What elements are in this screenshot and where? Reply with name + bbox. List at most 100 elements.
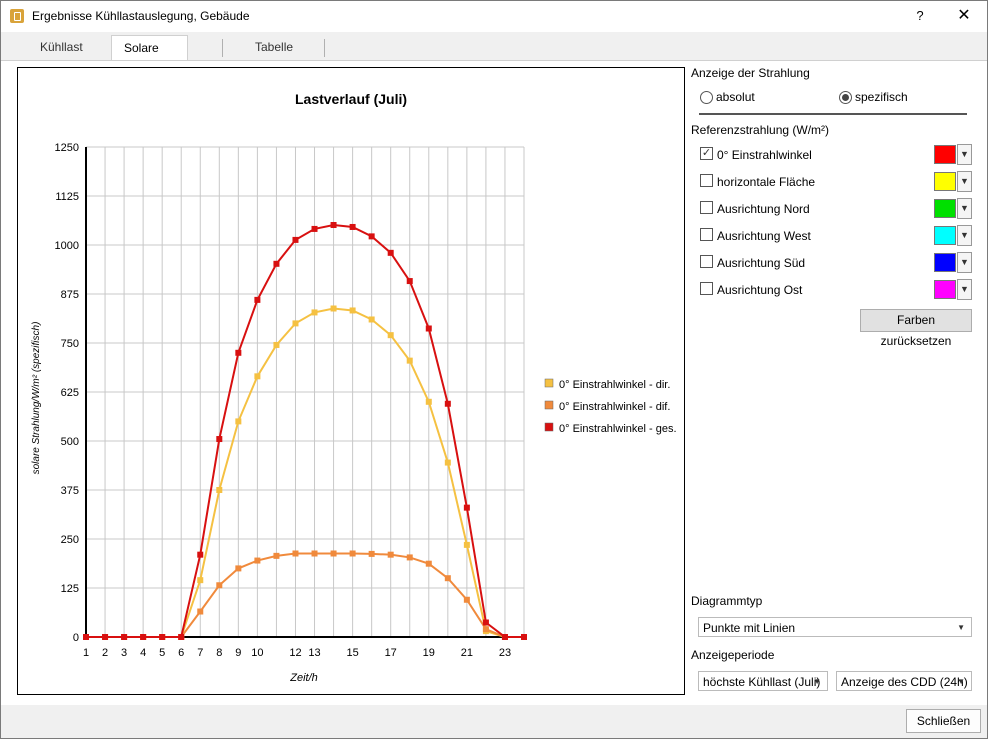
radio-spezifisch[interactable] — [839, 91, 852, 104]
legend-swatch — [544, 378, 554, 388]
cdd-value: Anzeige des CDD (24h) — [841, 675, 968, 689]
data-point — [463, 541, 470, 548]
reference-checkbox[interactable] — [700, 201, 713, 214]
app-icon — [10, 9, 24, 23]
reference-checkbox[interactable] — [700, 255, 713, 268]
chevron-down-icon[interactable]: ▼ — [957, 198, 972, 219]
diagram-type-value: Punkte mit Linien — [703, 621, 796, 635]
x-tick-label: 8 — [216, 647, 222, 659]
cdd-select[interactable]: Anzeige des CDD (24h) ▼ — [836, 671, 972, 691]
data-point — [273, 341, 280, 348]
color-swatch[interactable] — [934, 172, 956, 191]
data-point — [501, 634, 508, 640]
diagram-type-select[interactable]: Punkte mit Linien ▼ — [698, 617, 972, 637]
data-point — [178, 634, 185, 640]
radio-absolut[interactable] — [700, 91, 713, 104]
color-swatch[interactable] — [934, 280, 956, 299]
tab-separator — [222, 39, 223, 57]
chart-frame: Lastverlauf (Juli) 0 125 250 375 500 625 750 87… — [17, 67, 685, 695]
data-point — [463, 596, 470, 603]
data-point — [425, 398, 432, 405]
reference-label: 0° Einstrahlwinkel — [717, 148, 812, 162]
data-point — [121, 634, 128, 640]
data-point — [216, 487, 223, 493]
chevron-down-icon[interactable]: ▼ — [957, 252, 972, 273]
help-button[interactable]: ? — [909, 5, 931, 27]
x-tick-label: 23 — [499, 647, 511, 659]
x-tick-label: 1 — [83, 647, 89, 659]
x-tick-label: 12 — [289, 647, 301, 659]
x-tick-label: 15 — [346, 647, 358, 659]
color-swatch[interactable] — [934, 253, 956, 272]
x-tick-label: 13 — [308, 647, 320, 659]
reference-label: Ausrichtung Süd — [717, 256, 806, 270]
chevron-down-icon: ▼ — [957, 623, 965, 632]
data-point — [254, 373, 261, 380]
x-tick-label: 7 — [197, 647, 203, 659]
tab-tabelle[interactable]: Tabelle — [243, 35, 305, 60]
color-swatch[interactable] — [934, 226, 956, 245]
data-point — [254, 557, 261, 564]
reference-checkbox[interactable]: ✓ — [700, 147, 713, 160]
data-point — [387, 332, 394, 339]
x-tick-label: 2 — [102, 647, 108, 659]
data-point — [330, 305, 337, 312]
y-tick-label: 375 — [61, 485, 79, 497]
data-point — [311, 550, 318, 557]
tab-solare-strahlung[interactable]: Solare Strahlung — [111, 35, 189, 80]
data-point — [330, 550, 337, 557]
chevron-down-icon: ▼ — [957, 677, 965, 686]
radio-absolut-label: absolut — [716, 90, 755, 104]
legend-label: 0° Einstrahlwinkel - ges. — [559, 423, 677, 435]
data-point — [349, 307, 356, 314]
period-select[interactable]: höchste Kühllast (Juli) ▼ — [698, 671, 828, 691]
chevron-down-icon[interactable]: ▼ — [957, 225, 972, 246]
window-title: Ergebnisse Kühllastauslegung, Gebäude — [32, 9, 250, 23]
data-point — [406, 357, 413, 364]
data-point — [197, 551, 204, 558]
data-point — [216, 436, 223, 443]
y-tick-label: 0 — [73, 632, 79, 644]
data-point — [311, 225, 318, 232]
x-tick-label: 5 — [159, 647, 165, 659]
chevron-down-icon[interactable]: ▼ — [957, 171, 972, 192]
reset-colors-button[interactable]: Farben zurücksetzen — [860, 309, 972, 348]
data-point — [273, 260, 280, 267]
reference-checkbox[interactable] — [700, 228, 713, 241]
y-tick-label: 875 — [61, 289, 79, 301]
tab-kuehllast[interactable]: Kühllast — [28, 35, 95, 60]
chart-title: Lastverlauf (Juli) — [295, 91, 407, 107]
series-line — [86, 552, 524, 638]
dialog-window: Ergebnisse Kühllastauslegung, Gebäude ? … — [0, 0, 988, 739]
data-point — [216, 582, 223, 589]
data-point — [444, 459, 451, 466]
data-point — [197, 608, 204, 615]
data-point — [292, 236, 299, 243]
x-tick-label: 10 — [251, 647, 263, 659]
legend-label: 0° Einstrahlwinkel - dif. — [559, 401, 670, 413]
color-swatch[interactable] — [934, 145, 956, 164]
chevron-down-icon[interactable]: ▼ — [957, 144, 972, 165]
close-icon[interactable]: ✕ — [951, 5, 977, 27]
data-point — [387, 551, 394, 558]
close-button[interactable]: Schließen — [906, 709, 981, 733]
y-tick-label: 1000 — [55, 240, 79, 252]
reference-label: Ausrichtung West — [717, 229, 811, 243]
tab-separator — [324, 39, 325, 57]
reference-checkbox[interactable] — [700, 174, 713, 187]
data-point — [235, 418, 242, 425]
data-point — [273, 552, 280, 559]
data-point — [444, 575, 451, 582]
x-tick-label: 19 — [423, 647, 435, 659]
data-point — [425, 560, 432, 567]
color-swatch[interactable] — [934, 199, 956, 218]
y-tick-label: 1250 — [55, 142, 79, 154]
reference-label: Ausrichtung Ost — [717, 283, 803, 297]
chevron-down-icon[interactable]: ▼ — [957, 279, 972, 300]
data-point — [159, 634, 166, 640]
data-point — [311, 309, 318, 316]
x-tick-label: 4 — [140, 647, 146, 659]
reference-checkbox[interactable] — [700, 282, 713, 295]
y-axis-label: solare Strahlung/W/m² (spezifisch) — [31, 322, 42, 475]
x-tick-label: 3 — [121, 647, 127, 659]
